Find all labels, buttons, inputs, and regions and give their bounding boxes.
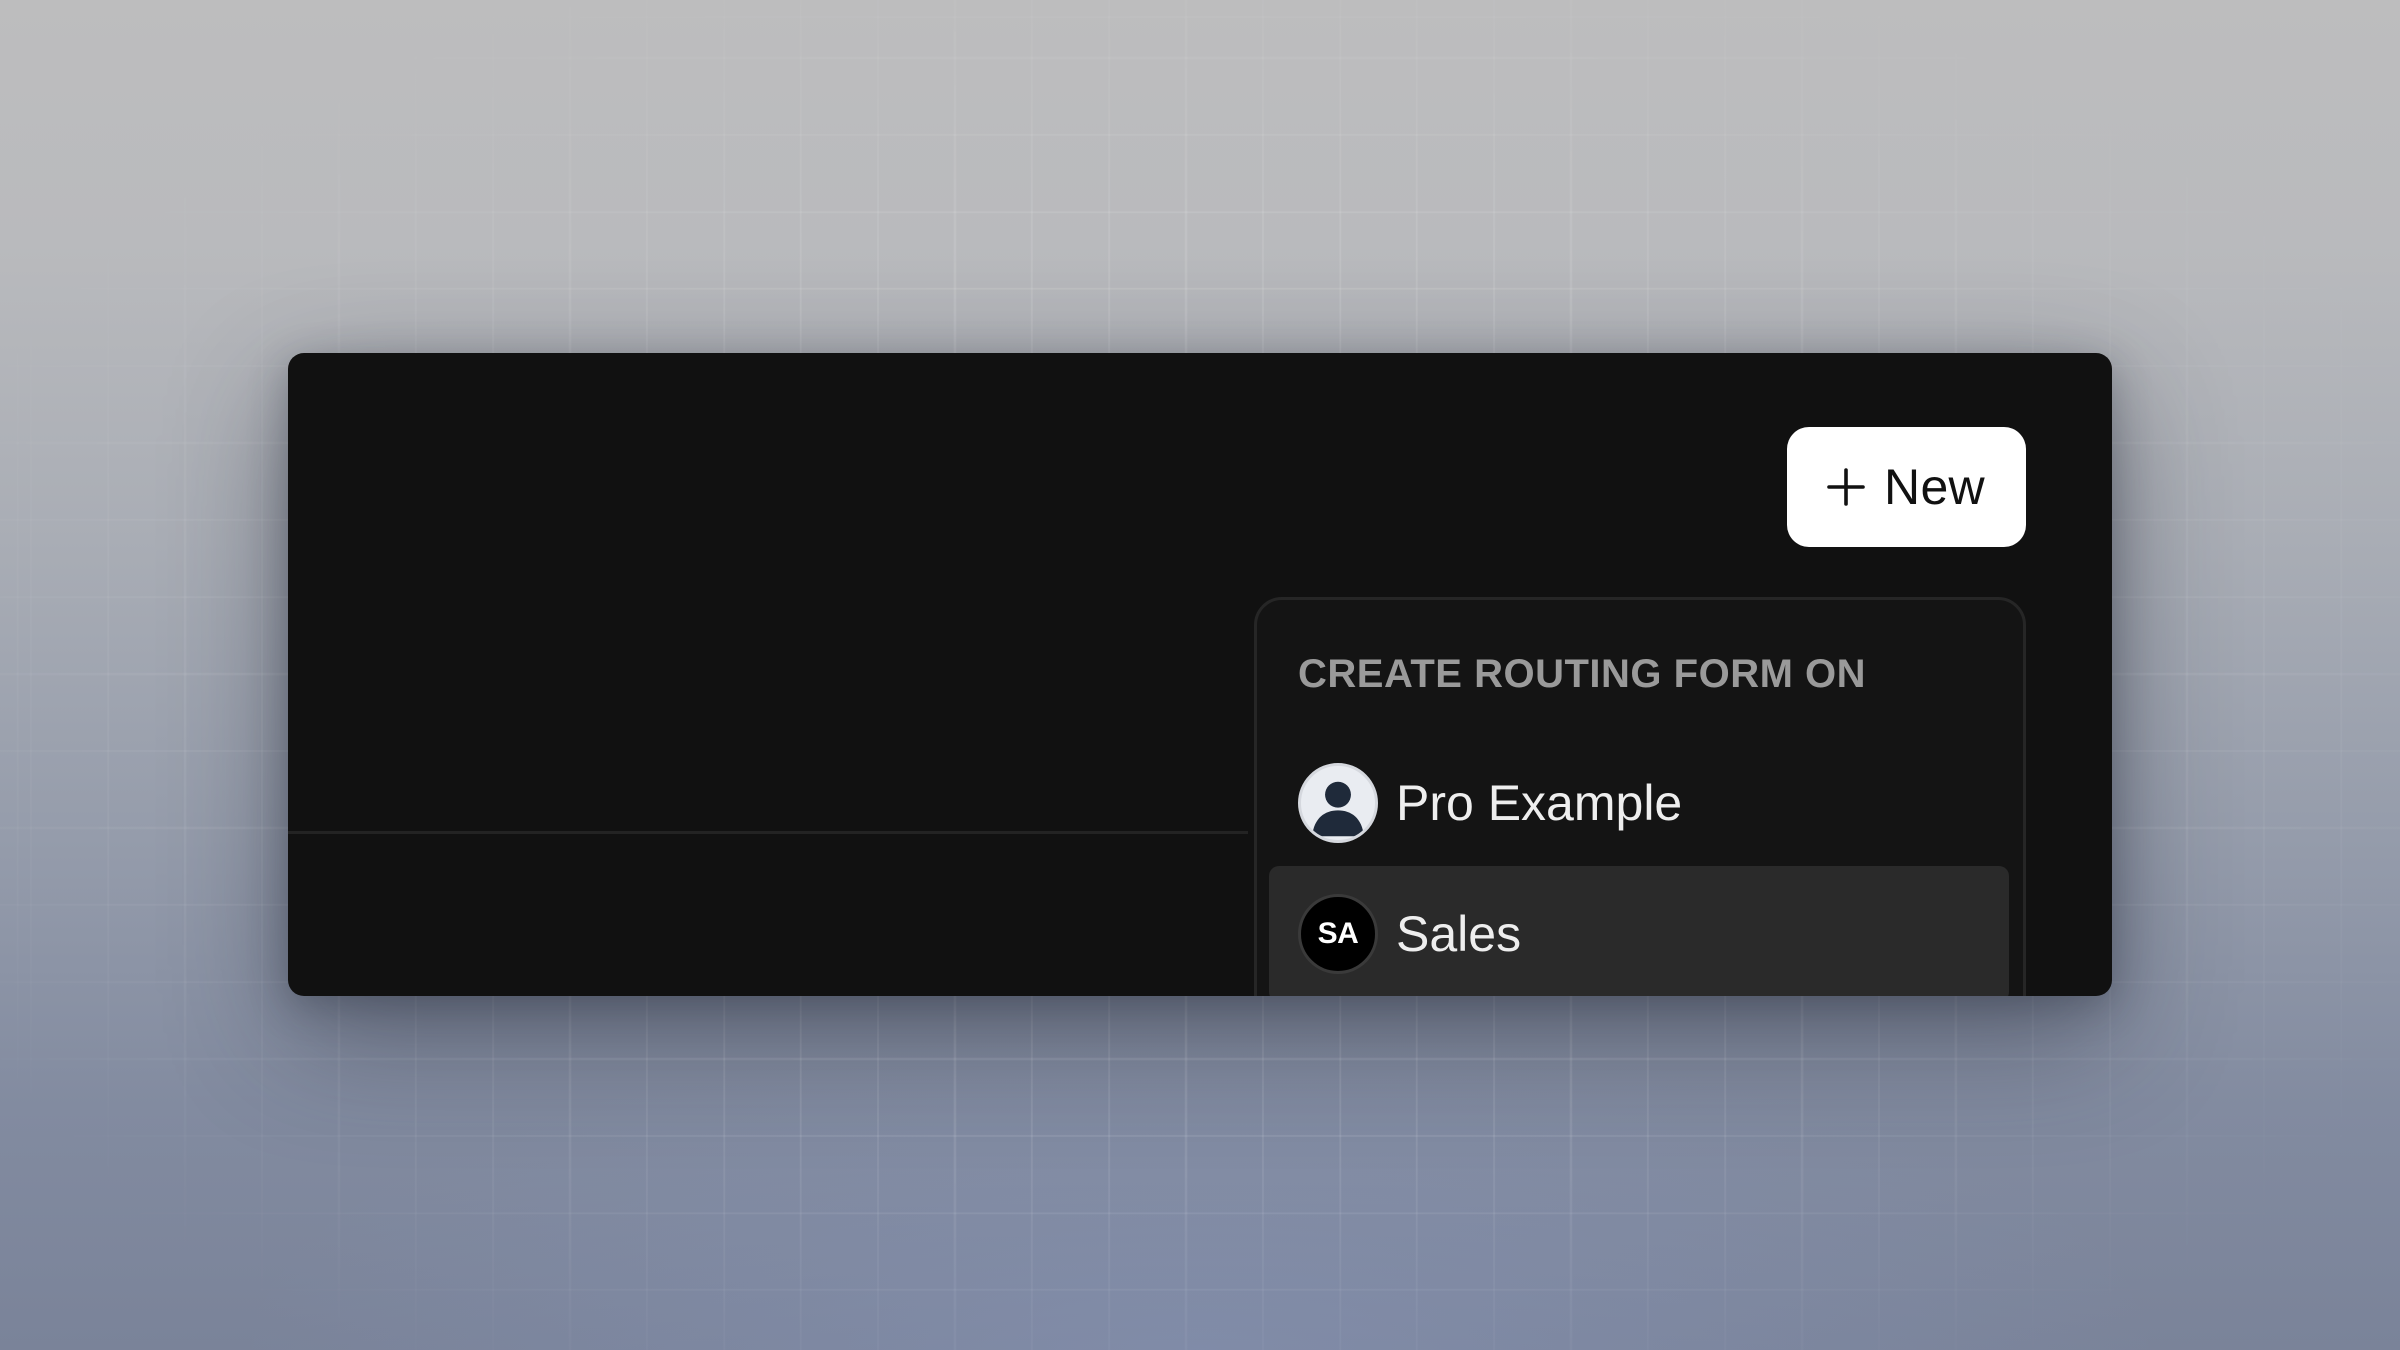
team-avatar: SA bbox=[1298, 894, 1378, 974]
plus-icon bbox=[1827, 468, 1865, 506]
menu-item-pro-example[interactable]: Pro Example bbox=[1269, 735, 2009, 871]
create-routing-form-menu: CREATE ROUTING FORM ON Pro Example SA Sa… bbox=[1254, 597, 2026, 996]
menu-item-label: Sales bbox=[1396, 906, 1522, 962]
content-divider bbox=[288, 831, 1248, 834]
user-avatar-icon bbox=[1298, 763, 1378, 843]
new-button[interactable]: New bbox=[1787, 427, 2026, 547]
app-panel: New CREATE ROUTING FORM ON Pro Example S… bbox=[288, 353, 2112, 996]
menu-heading: CREATE ROUTING FORM ON bbox=[1298, 652, 1867, 696]
new-button-label: New bbox=[1884, 459, 1985, 515]
menu-item-label: Pro Example bbox=[1396, 775, 1683, 831]
menu-item-sales[interactable]: SA Sales bbox=[1269, 866, 2009, 996]
